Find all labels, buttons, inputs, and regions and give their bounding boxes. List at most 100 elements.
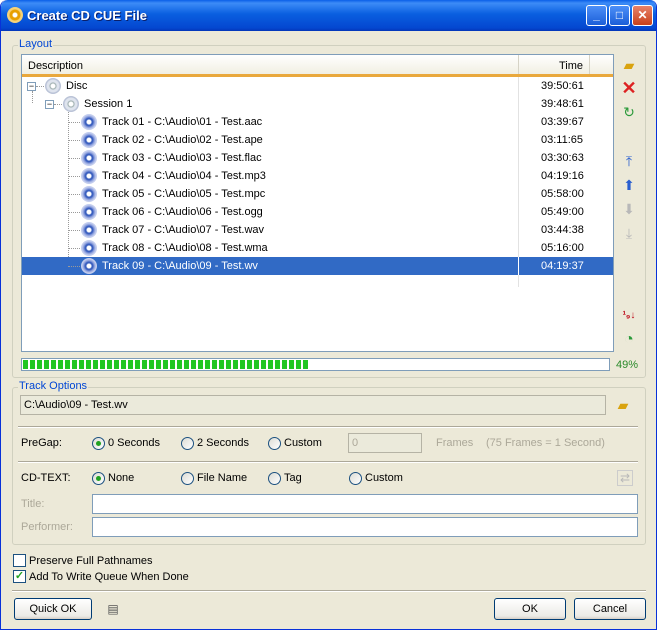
pregap-custom-radio[interactable] [268, 437, 281, 450]
preserve-pathnames-label[interactable]: Preserve Full Pathnames [29, 555, 153, 567]
frames-hint: (75 Frames = 1 Second) [486, 437, 605, 449]
cdtext-tag-radio[interactable] [268, 472, 281, 485]
track-time: 03:30:63 [541, 152, 584, 164]
delete-icon[interactable]: ✕ [620, 79, 638, 97]
time-icon[interactable]: ◔ [620, 331, 638, 349]
progress-bar [21, 358, 610, 371]
disc-icon [45, 78, 61, 94]
performer-label: Performer: [21, 521, 73, 533]
cdtext-custom-label[interactable]: Custom [365, 472, 403, 484]
move-up-icon[interactable]: ⬆ [620, 176, 638, 194]
pregap-2-radio[interactable] [181, 437, 194, 450]
audio-track-icon [81, 258, 97, 274]
track-options-label: Track Options [18, 380, 89, 392]
window-title: Create CD CUE File [27, 8, 147, 23]
track-label: Track 04 - C:\Audio\04 - Test.mp3 [102, 170, 266, 182]
refresh-icon[interactable]: ↻ [620, 103, 638, 121]
pregap-label: PreGap: [21, 437, 62, 449]
clipboard-icon[interactable]: ▤ [104, 600, 122, 618]
track-label: Track 01 - C:\Audio\01 - Test.aac [102, 116, 263, 128]
track-label: Track 02 - C:\Audio\02 - Test.ape [102, 134, 263, 146]
track-label: Track 05 - C:\Audio\05 - Test.mpc [102, 188, 266, 200]
preserve-pathnames-checkbox[interactable] [13, 554, 26, 567]
move-top-icon[interactable]: ⤒ [620, 152, 638, 170]
cdtext-filename-label[interactable]: File Name [197, 472, 247, 484]
ok-button[interactable]: OK [494, 598, 566, 620]
session-time: 39:48:61 [541, 98, 584, 110]
audio-track-icon [81, 204, 97, 220]
pregap-2-label[interactable]: 2 Seconds [197, 437, 249, 449]
audio-track-icon [81, 132, 97, 148]
track-time: 05:58:00 [541, 188, 584, 200]
track-row[interactable]: Track 04 - C:\Audio\04 - Test.mp3 04:19:… [22, 167, 613, 185]
add-to-queue-checkbox[interactable]: ✓ [13, 570, 26, 583]
cd-app-icon [7, 7, 23, 23]
track-row-selected[interactable]: Track 09 - C:\Audio\09 - Test.wv 04:19:3… [22, 257, 613, 275]
track-time: 03:44:38 [541, 224, 584, 236]
pregap-custom-label[interactable]: Custom [284, 437, 322, 449]
audio-track-icon [81, 222, 97, 238]
minimize-button[interactable]: _ [586, 5, 607, 26]
track-time: 04:19:37 [541, 260, 584, 272]
title-label: Title: [21, 498, 45, 510]
pregap-0-label[interactable]: 0 Seconds [108, 437, 160, 449]
browse-folder-icon[interactable]: ▰ [614, 396, 632, 414]
disc-label: Disc [66, 80, 88, 92]
create-cue-window: Create CD CUE File _ □ ✕ Layout Descript… [0, 0, 657, 630]
add-to-queue-label[interactable]: Add To Write Queue When Done [29, 571, 189, 583]
sort-icon[interactable]: ¹₉↓ [620, 307, 638, 325]
performer-input[interactable] [92, 517, 638, 537]
track-time: 05:49:00 [541, 206, 584, 218]
track-row[interactable]: Track 02 - C:\Audio\02 - Test.ape 03:11:… [22, 131, 613, 149]
track-time: 04:19:16 [541, 170, 584, 182]
track-row[interactable]: Track 07 - C:\Audio\07 - Test.wav 03:44:… [22, 221, 613, 239]
track-label: Track 09 - C:\Audio\09 - Test.wv [102, 260, 258, 272]
cdtext-none-radio[interactable] [92, 472, 105, 485]
cdtext-none-label[interactable]: None [108, 472, 134, 484]
cdtext-edit-icon[interactable]: ⇄ [617, 470, 633, 486]
column-time[interactable]: Time [559, 60, 583, 72]
cancel-button[interactable]: Cancel [574, 598, 646, 620]
move-down-icon[interactable]: ⬇ [620, 200, 638, 218]
quick-ok-button[interactable]: Quick OK [14, 598, 92, 620]
progress-percent: 49% [616, 359, 639, 371]
track-row[interactable]: Track 03 - C:\Audio\03 - Test.flac 03:30… [22, 149, 613, 167]
collapse-icon[interactable]: − [45, 100, 54, 109]
audio-track-icon [81, 240, 97, 256]
cdtext-tag-label[interactable]: Tag [284, 472, 302, 484]
tree-row-disc[interactable]: − Disc 39:50:61 [22, 77, 613, 95]
track-row[interactable]: Track 05 - C:\Audio\05 - Test.mpc 05:58:… [22, 185, 613, 203]
track-row[interactable]: Track 06 - C:\Audio\06 - Test.ogg 05:49:… [22, 203, 613, 221]
tree-row-session[interactable]: − Session 1 39:48:61 [22, 95, 613, 113]
track-time: 05:16:00 [541, 242, 584, 254]
audio-track-icon [81, 168, 97, 184]
audio-track-icon [81, 114, 97, 130]
cdtext-custom-radio[interactable] [349, 472, 362, 485]
disc-time: 39:50:61 [541, 80, 584, 92]
open-folder-icon[interactable]: ▰ [620, 56, 638, 74]
track-label: Track 08 - C:\Audio\08 - Test.wma [102, 242, 268, 254]
frames-input[interactable]: 0 [348, 433, 422, 453]
column-description[interactable]: Description [28, 60, 83, 72]
frames-label: Frames [436, 437, 474, 449]
audio-track-icon [81, 150, 97, 166]
title-bar[interactable]: Create CD CUE File _ □ ✕ [1, 0, 656, 31]
track-path-field: C:\Audio\09 - Test.wv [20, 395, 606, 415]
close-button[interactable]: ✕ [632, 5, 653, 26]
track-row[interactable]: Track 01 - C:\Audio\01 - Test.aac 03:39:… [22, 113, 613, 131]
cdtext-filename-radio[interactable] [181, 472, 194, 485]
track-label: Track 07 - C:\Audio\07 - Test.wav [102, 224, 265, 236]
track-label: Track 06 - C:\Audio\06 - Test.ogg [102, 206, 263, 218]
title-input[interactable] [92, 494, 638, 514]
track-label: Track 03 - C:\Audio\03 - Test.flac [102, 152, 262, 164]
move-bottom-icon[interactable]: ⤓ [620, 224, 638, 242]
audio-track-icon [81, 186, 97, 202]
maximize-button[interactable]: □ [609, 5, 630, 26]
track-time: 03:39:67 [541, 116, 584, 128]
layout-tree[interactable]: Description Time − Disc 39:50:61 − Sessi… [21, 54, 614, 352]
track-row[interactable]: Track 08 - C:\Audio\08 - Test.wma 05:16:… [22, 239, 613, 257]
track-time: 03:11:65 [541, 134, 584, 146]
pregap-0-radio[interactable] [92, 437, 105, 450]
cdtext-label: CD-TEXT: [21, 472, 71, 484]
collapse-icon[interactable]: − [27, 82, 36, 91]
